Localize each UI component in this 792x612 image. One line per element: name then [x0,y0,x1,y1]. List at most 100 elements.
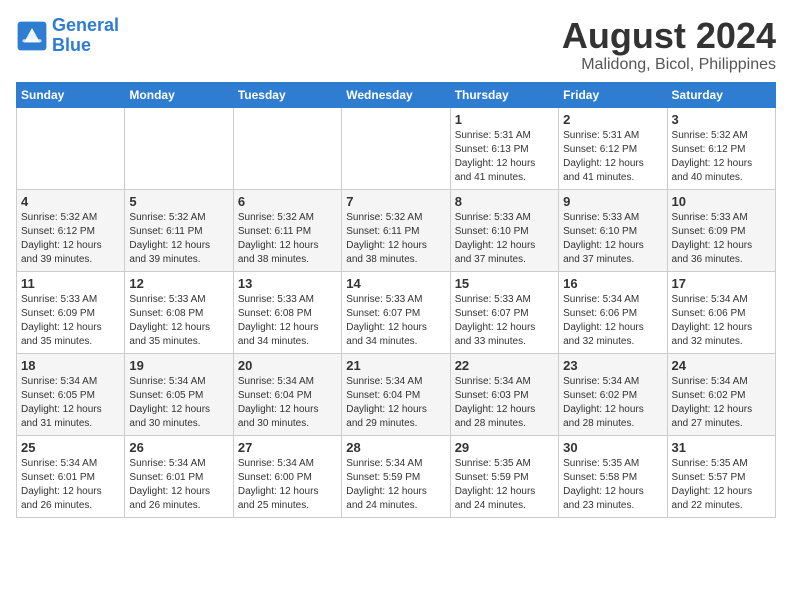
day-info: Sunrise: 5:31 AM Sunset: 6:13 PM Dayligh… [455,129,554,185]
header-day-tuesday: Tuesday [233,82,341,107]
day-number: 13 [238,276,337,291]
day-info: Sunrise: 5:31 AM Sunset: 6:12 PM Dayligh… [563,129,662,185]
day-number: 12 [129,276,228,291]
day-cell: 27Sunrise: 5:34 AM Sunset: 6:00 PM Dayli… [233,435,341,517]
day-info: Sunrise: 5:34 AM Sunset: 6:04 PM Dayligh… [346,375,445,431]
day-info: Sunrise: 5:32 AM Sunset: 6:11 PM Dayligh… [129,211,228,267]
day-number: 9 [563,194,662,209]
day-number: 30 [563,440,662,455]
day-number: 15 [455,276,554,291]
day-number: 23 [563,358,662,373]
calendar-header: SundayMondayTuesdayWednesdayThursdayFrid… [17,82,776,107]
day-cell: 1 Sunrise: 5:31 AM Sunset: 6:13 PM Daylig… [450,107,558,189]
day-cell: 21 Sunrise: 5:34 AM Sunset: 6:04 PM Dayli… [342,353,450,435]
day-info: Sunrise: 5:34 AM Sunset: 5:59 PM Dayligh… [346,457,445,513]
calendar-title: August 2024 [562,16,776,56]
day-cell: 14 Sunrise: 5:33 AM Sunset: 6:07 PM Dayli… [342,271,450,353]
day-number: 27 [238,440,337,455]
day-info: Sunrise: 5:35 AM Sunset: 5:59 PM Dayligh… [455,457,554,513]
calendar-body: 1 Sunrise: 5:31 AM Sunset: 6:13 PM Daylig… [17,107,776,517]
day-cell: 23 Sunrise: 5:34 AM Sunset: 6:02 PM Dayli… [559,353,667,435]
day-cell: 9 Sunrise: 5:33 AM Sunset: 6:10 PM Daylig… [559,189,667,271]
day-info: Sunrise: 5:32 AM Sunset: 6:11 PM Dayligh… [238,211,337,267]
day-cell: 29Sunrise: 5:35 AM Sunset: 5:59 PM Dayli… [450,435,558,517]
day-cell: 17 Sunrise: 5:34 AM Sunset: 6:06 PM Dayli… [667,271,775,353]
header-day-thursday: Thursday [450,82,558,107]
day-info: Sunrise: 5:34 AM Sunset: 6:02 PM Dayligh… [563,375,662,431]
day-number: 8 [455,194,554,209]
day-info: Sunrise: 5:35 AM Sunset: 5:58 PM Dayligh… [563,457,662,513]
page-header: General Blue August 2024 Malidong, Bicol… [16,16,776,74]
day-cell [233,107,341,189]
day-number: 20 [238,358,337,373]
day-number: 28 [346,440,445,455]
day-number: 19 [129,358,228,373]
week-row-3: 11 Sunrise: 5:33 AM Sunset: 6:09 PM Dayli… [17,271,776,353]
header-day-sunday: Sunday [17,82,125,107]
day-info: Sunrise: 5:33 AM Sunset: 6:07 PM Dayligh… [455,293,554,349]
header-day-saturday: Saturday [667,82,775,107]
day-number: 2 [563,112,662,127]
day-info: Sunrise: 5:33 AM Sunset: 6:08 PM Dayligh… [129,293,228,349]
day-info: Sunrise: 5:34 AM Sunset: 6:05 PM Dayligh… [129,375,228,431]
day-cell: 3Sunrise: 5:32 AM Sunset: 6:12 PM Daylig… [667,107,775,189]
day-cell: 11 Sunrise: 5:33 AM Sunset: 6:09 PM Dayli… [17,271,125,353]
day-number: 18 [21,358,120,373]
day-number: 14 [346,276,445,291]
day-cell: 26Sunrise: 5:34 AM Sunset: 6:01 PM Dayli… [125,435,233,517]
day-cell: 7Sunrise: 5:32 AM Sunset: 6:11 PM Daylig… [342,189,450,271]
header-day-friday: Friday [559,82,667,107]
day-info: Sunrise: 5:32 AM Sunset: 6:12 PM Dayligh… [21,211,120,267]
day-number: 17 [672,276,771,291]
day-number: 16 [563,276,662,291]
week-row-2: 4Sunrise: 5:32 AM Sunset: 6:12 PM Daylig… [17,189,776,271]
logo-line1: General [52,15,119,35]
day-info: Sunrise: 5:32 AM Sunset: 6:12 PM Dayligh… [672,129,771,185]
day-number: 26 [129,440,228,455]
day-number: 25 [21,440,120,455]
day-number: 11 [21,276,120,291]
day-number: 10 [672,194,771,209]
day-cell: 28 Sunrise: 5:34 AM Sunset: 5:59 PM Dayli… [342,435,450,517]
day-info: Sunrise: 5:35 AM Sunset: 5:57 PM Dayligh… [672,457,771,513]
logo-line2: Blue [52,35,91,55]
day-cell: 5Sunrise: 5:32 AM Sunset: 6:11 PM Daylig… [125,189,233,271]
logo: General Blue [16,16,119,56]
day-cell: 6 Sunrise: 5:32 AM Sunset: 6:11 PM Daylig… [233,189,341,271]
day-info: Sunrise: 5:34 AM Sunset: 6:05 PM Dayligh… [21,375,120,431]
day-info: Sunrise: 5:34 AM Sunset: 6:06 PM Dayligh… [672,293,771,349]
header-row: SundayMondayTuesdayWednesdayThursdayFrid… [17,82,776,107]
day-number: 1 [455,112,554,127]
day-number: 7 [346,194,445,209]
day-number: 31 [672,440,771,455]
day-number: 6 [238,194,337,209]
day-cell: 19 Sunrise: 5:34 AM Sunset: 6:05 PM Dayli… [125,353,233,435]
day-info: Sunrise: 5:33 AM Sunset: 6:09 PM Dayligh… [21,293,120,349]
day-info: Sunrise: 5:33 AM Sunset: 6:07 PM Dayligh… [346,293,445,349]
day-info: Sunrise: 5:33 AM Sunset: 6:10 PM Dayligh… [563,211,662,267]
day-cell: 15 Sunrise: 5:33 AM Sunset: 6:07 PM Dayli… [450,271,558,353]
day-cell: 12 Sunrise: 5:33 AM Sunset: 6:08 PM Dayli… [125,271,233,353]
title-block: August 2024 Malidong, Bicol, Philippines [562,16,776,74]
day-number: 24 [672,358,771,373]
day-number: 21 [346,358,445,373]
day-info: Sunrise: 5:34 AM Sunset: 6:02 PM Dayligh… [672,375,771,431]
day-cell: 13Sunrise: 5:33 AM Sunset: 6:08 PM Dayli… [233,271,341,353]
week-row-5: 25 Sunrise: 5:34 AM Sunset: 6:01 PM Dayli… [17,435,776,517]
week-row-1: 1 Sunrise: 5:31 AM Sunset: 6:13 PM Daylig… [17,107,776,189]
day-cell: 22Sunrise: 5:34 AM Sunset: 6:03 PM Dayli… [450,353,558,435]
day-cell: 16Sunrise: 5:34 AM Sunset: 6:06 PM Dayli… [559,271,667,353]
day-cell: 2 Sunrise: 5:31 AM Sunset: 6:12 PM Daylig… [559,107,667,189]
header-day-wednesday: Wednesday [342,82,450,107]
logo-text: General Blue [52,16,119,56]
day-info: Sunrise: 5:34 AM Sunset: 6:01 PM Dayligh… [21,457,120,513]
day-cell: 10 Sunrise: 5:33 AM Sunset: 6:09 PM Dayli… [667,189,775,271]
logo-icon [16,20,48,52]
day-cell: 30 Sunrise: 5:35 AM Sunset: 5:58 PM Dayli… [559,435,667,517]
week-row-4: 18 Sunrise: 5:34 AM Sunset: 6:05 PM Dayli… [17,353,776,435]
day-cell: 4Sunrise: 5:32 AM Sunset: 6:12 PM Daylig… [17,189,125,271]
day-info: Sunrise: 5:34 AM Sunset: 6:03 PM Dayligh… [455,375,554,431]
day-info: Sunrise: 5:33 AM Sunset: 6:09 PM Dayligh… [672,211,771,267]
day-cell: 18 Sunrise: 5:34 AM Sunset: 6:05 PM Dayli… [17,353,125,435]
day-cell [342,107,450,189]
